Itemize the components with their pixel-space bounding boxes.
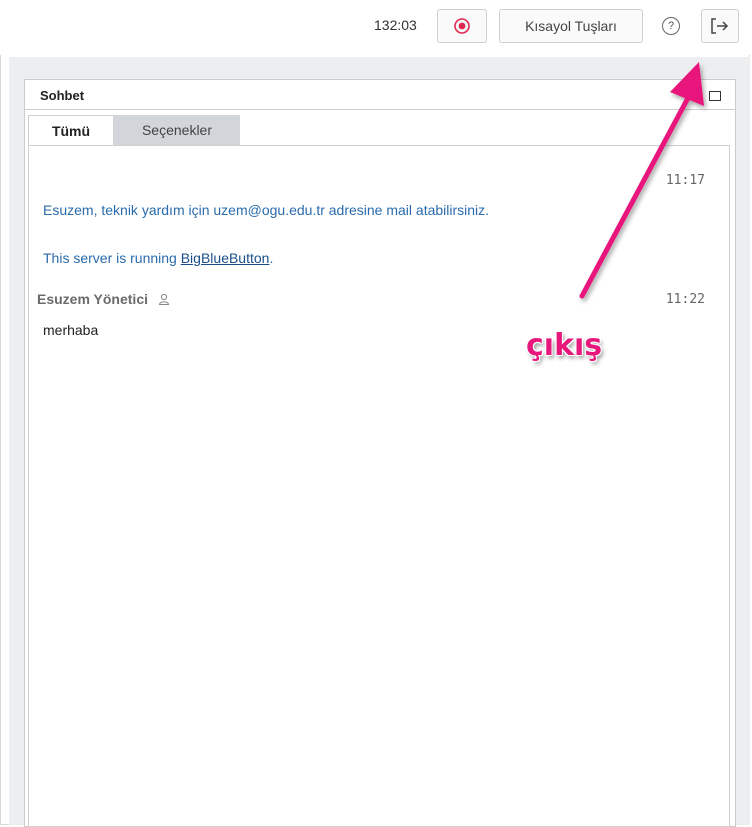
tab-all[interactable]: Tümü (28, 115, 114, 145)
logout-icon (711, 18, 729, 34)
chat-panel-header: Sohbet (25, 80, 735, 110)
record-button[interactable] (437, 9, 487, 43)
system-message-text: This server is running (43, 250, 181, 266)
message-text: merhaba (43, 322, 99, 338)
help-icon: ? (667, 20, 675, 32)
bigbluebutton-link[interactable]: BigBlueButton (181, 250, 270, 266)
session-timer: 132:03 (374, 17, 417, 33)
top-toolbar: 132:03 Kısayol Tuşları ? (0, 0, 752, 55)
system-message: Esuzem, teknik yardım için uzem@ogu.edu.… (43, 202, 490, 218)
maximize-icon[interactable] (709, 91, 721, 101)
sender-name: Esuzem Yönetici (37, 291, 149, 307)
system-message-suffix: . (269, 250, 274, 266)
message-sender: Esuzem Yönetici (37, 291, 170, 307)
chat-message-list: 11:17 Esuzem, teknik yardım için uzem@og… (28, 145, 730, 827)
exit-annotation-label: çıkış (526, 328, 603, 363)
user-icon (158, 293, 169, 305)
record-icon (454, 18, 470, 34)
exit-button[interactable] (701, 9, 739, 43)
system-message: This server is running BigBlueButton. (43, 250, 273, 266)
message-time: 11:22 (665, 292, 705, 307)
tab-options[interactable]: Seçenekler (114, 115, 240, 145)
message-time: 11:17 (665, 173, 705, 188)
chat-panel: Sohbet Tümü Seçenekler 11:17 Esuzem, tek… (24, 79, 736, 827)
keyboard-shortcuts-button[interactable]: Kısayol Tuşları (499, 9, 643, 43)
help-button[interactable]: ? (662, 17, 680, 35)
chat-panel-title: Sohbet (40, 88, 85, 103)
